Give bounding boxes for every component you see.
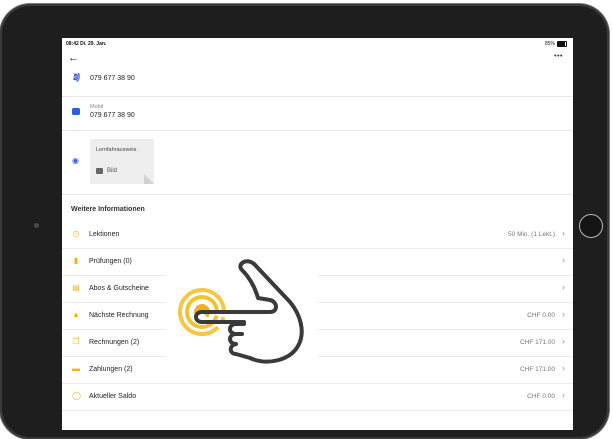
row-label: Rechnungen (2) xyxy=(89,339,140,346)
row-value: CHF 0.00 xyxy=(527,393,555,400)
row-label: Zahlungen (2) xyxy=(89,366,133,373)
ticket-icon: ▤ xyxy=(72,283,80,292)
page-fold xyxy=(144,174,154,184)
info-row-lektionen[interactable]: ◷ Lektionen 50 Min. (1 Lekt.) › xyxy=(62,221,573,249)
chevron-right-icon: › xyxy=(562,363,565,373)
contact-phone-value: 079 677 38 90 xyxy=(90,75,135,82)
document-card[interactable]: Lernfahrausweis Bild xyxy=(90,139,154,184)
section-title: Weitere Informationen xyxy=(71,206,145,213)
contact-row-phone[interactable]: ☎ 079 677 38 90 xyxy=(62,66,573,97)
clipboard-icon: ▮ xyxy=(73,256,79,265)
chevron-right-icon: › xyxy=(562,255,565,265)
contact-mobile-value: 079 677 38 90 xyxy=(90,112,135,119)
chevron-right-icon: › xyxy=(562,228,565,238)
top-bar: ← ••• xyxy=(62,52,573,66)
row-value: 50 Min. (1 Lekt.) xyxy=(508,231,555,238)
card-icon: ▬ xyxy=(72,364,80,373)
copy-icon: ❐ xyxy=(72,337,80,346)
status-bar: 08:42 Di. 29. Jan. 85% xyxy=(66,41,567,49)
row-label: Abos & Gutscheine xyxy=(89,285,149,292)
document-title: Lernfahrausweis xyxy=(96,147,137,153)
chevron-right-icon: › xyxy=(562,390,565,400)
document-image-label: Bild xyxy=(107,168,118,174)
chevron-right-icon: › xyxy=(562,282,565,292)
arrow-left-icon[interactable]: ← xyxy=(68,52,79,64)
coin-icon: ◯ xyxy=(72,391,81,400)
home-button[interactable] xyxy=(579,214,603,238)
row-label: Prüfungen (0) xyxy=(89,258,132,265)
basket-icon: ▲ xyxy=(72,310,80,319)
row-label: Nächste Rechnung xyxy=(89,312,149,319)
info-row-saldo[interactable]: ◯ Aktueller Saldo CHF 0.00 › xyxy=(62,383,573,411)
row-value: CHF 0.00 xyxy=(527,312,555,319)
contact-row-mobile[interactable]: Mobil 079 677 38 90 xyxy=(62,96,573,131)
eye-icon: ◉ xyxy=(72,156,79,165)
status-right: 85% xyxy=(545,41,567,47)
phone-icon: ☎ xyxy=(71,71,82,83)
battery-icon xyxy=(557,41,567,47)
tap-hand-icon xyxy=(178,259,304,364)
chevron-right-icon: › xyxy=(562,336,565,346)
battery-percent: 85% xyxy=(544,41,555,47)
contact-mobile-label: Mobil xyxy=(90,104,104,110)
row-value: CHF 171.00 xyxy=(519,366,555,373)
row-label: Aktueller Saldo xyxy=(89,393,137,400)
clock-icon: ◷ xyxy=(72,229,80,238)
message-icon xyxy=(72,108,80,115)
camera-dot xyxy=(34,223,39,228)
row-value: CHF 171.00 xyxy=(519,339,555,346)
row-label: Lektionen xyxy=(89,231,120,238)
image-icon xyxy=(96,168,103,174)
ellipsis-icon[interactable]: ••• xyxy=(554,52,563,62)
status-time-date: 08:42 Di. 29. Jan. xyxy=(66,41,107,47)
chevron-right-icon: › xyxy=(562,309,565,319)
